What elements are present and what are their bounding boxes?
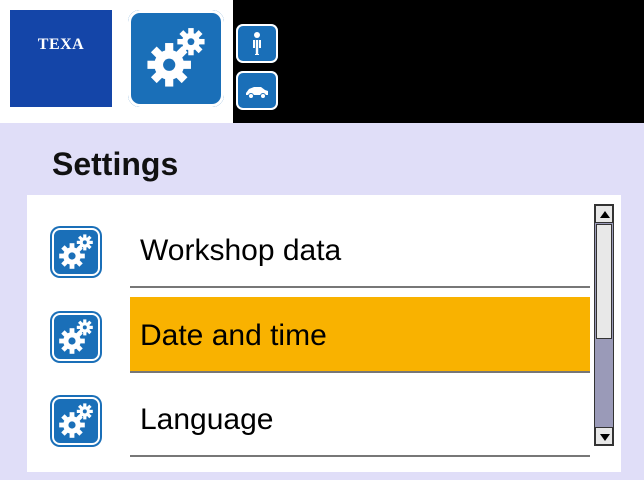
menu-item-label-box: Workshop data bbox=[130, 212, 590, 288]
menu-item-label: Workshop data bbox=[140, 234, 342, 267]
gear-icon bbox=[147, 28, 205, 87]
settings-menu-panel: Workshop data Date and time Language bbox=[27, 195, 621, 472]
settings-tab[interactable] bbox=[128, 10, 224, 107]
gear-icon bbox=[52, 313, 100, 361]
menu-item-label: Language bbox=[140, 403, 274, 436]
menu-item-workshop-data[interactable]: Workshop data bbox=[27, 208, 597, 296]
gear-icon bbox=[52, 228, 100, 276]
texa-logo: TEXA bbox=[10, 10, 112, 107]
logo-text: TEXA bbox=[37, 36, 85, 53]
menu-item-label-box: Language bbox=[130, 381, 590, 457]
menu-item-label-box: Date and time bbox=[130, 297, 590, 373]
scroll-up-button[interactable] bbox=[595, 205, 613, 223]
top-bar: TEXA bbox=[0, 0, 644, 123]
menu-item-language[interactable]: Language bbox=[27, 377, 597, 465]
arrow-down-icon bbox=[600, 434, 610, 441]
scroll-thumb[interactable] bbox=[596, 224, 612, 339]
scroll-down-button[interactable] bbox=[595, 427, 613, 445]
gear-icon bbox=[52, 397, 100, 445]
vertical-scrollbar[interactable] bbox=[594, 204, 614, 446]
arrow-up-icon bbox=[600, 211, 610, 218]
person-icon bbox=[253, 32, 261, 55]
user-tab[interactable] bbox=[236, 24, 278, 63]
brand-area: TEXA bbox=[0, 0, 233, 123]
vehicle-tab[interactable] bbox=[236, 71, 278, 110]
menu-item-label: Date and time bbox=[140, 319, 327, 352]
page-title: Settings bbox=[52, 146, 179, 182]
car-icon bbox=[246, 87, 268, 99]
menu-item-date-and-time[interactable]: Date and time bbox=[27, 293, 597, 381]
